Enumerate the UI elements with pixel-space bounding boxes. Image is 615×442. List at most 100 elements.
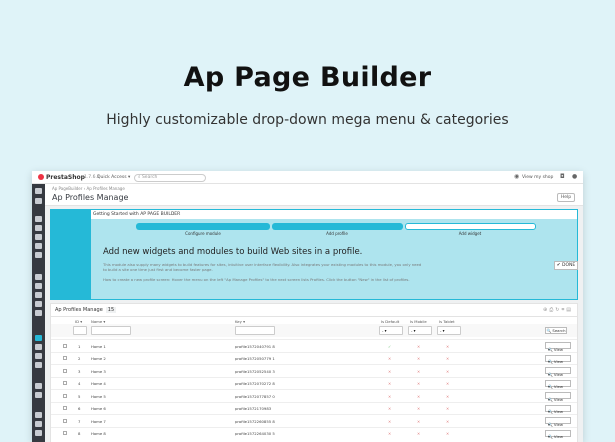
view-shop-link[interactable]: View my shop: [522, 175, 553, 180]
view-button[interactable]: 🔍 View ▾: [545, 392, 571, 402]
row-checkbox[interactable]: [63, 368, 67, 373]
db-icon[interactable]: ▤: [566, 307, 573, 313]
cell-tablet[interactable]: ✕: [446, 394, 449, 399]
service-icon[interactable]: [35, 243, 42, 249]
step-bar-2: [272, 223, 403, 230]
table-row[interactable]: 5 Home 5 profile1572077857 0 ✕ ✕ ✕ 🔍 View ▾: [51, 389, 577, 402]
filter-name-input[interactable]: [91, 326, 131, 335]
payment-icon[interactable]: [35, 301, 42, 307]
cell-mobile[interactable]: ✕: [417, 344, 420, 349]
prestashop-logo[interactable]: PrestaShop: [38, 174, 85, 181]
cell-name: Home 7: [91, 418, 106, 424]
top-bar: PrestaShop 1.7.6.1 Quick Access ▾ ⌕ Sear…: [32, 171, 583, 184]
orders-icon[interactable]: [35, 216, 42, 222]
catalog-icon[interactable]: [35, 225, 42, 231]
international-icon[interactable]: [35, 310, 42, 316]
table-row[interactable]: 2 Home 2 profile1572050779 1 ✕ ✕ ✕ 🔍 View ▾: [51, 351, 577, 364]
cell-default[interactable]: ✕: [388, 381, 391, 386]
breadcrumb-item[interactable]: Ap PageBuilder: [52, 186, 82, 191]
table-row[interactable]: 1 Home 1 profile1572040791 8 ✓ ✕ ✕ 🔍 View ▾: [51, 339, 577, 352]
view-button[interactable]: 🔍 View ▾: [545, 404, 571, 414]
table-row[interactable]: 4 Home 4 profile1572070272 8 ✕ ✕ ✕ 🔍 View ▾: [51, 376, 577, 389]
cell-tablet[interactable]: ✕: [446, 381, 449, 386]
settings-icon[interactable]: [35, 383, 42, 389]
cell-id: 5: [78, 393, 81, 399]
filter-mobile-select[interactable]: - ▾: [408, 326, 432, 335]
row-checkbox[interactable]: [63, 393, 67, 398]
row-checkbox[interactable]: [63, 343, 67, 348]
step-label-1[interactable]: Configure module: [153, 231, 253, 236]
image-icon[interactable]: [35, 430, 42, 436]
cell-mobile[interactable]: ✕: [417, 406, 420, 411]
view-button[interactable]: 🔍 View ▾: [545, 417, 571, 427]
table-row[interactable]: 7 Home 7 profile1572260855 8 ✕ ✕ ✕ 🔍 View ▾: [51, 414, 577, 427]
table-row[interactable]: 8 Home 8 profile1572264030 5 ✕ ✕ ✕ 🔍 View ▾: [51, 426, 577, 439]
cell-mobile[interactable]: ✕: [417, 419, 420, 424]
filter-key-input[interactable]: [235, 326, 275, 335]
cell-default[interactable]: ✕: [388, 431, 391, 436]
filter-id-input[interactable]: [73, 326, 87, 335]
main-content: Getting Started with AP PAGE BUILDER Con…: [45, 206, 583, 442]
cell-default[interactable]: ✕: [388, 394, 391, 399]
cell-tablet[interactable]: ✕: [446, 431, 449, 436]
table-row[interactable]: 6 Home 6 profile1572170983 ✕ ✕ ✕ 🔍 View ▾: [51, 401, 577, 414]
view-button[interactable]: 🔍 View ▾: [545, 379, 571, 389]
breadcrumb-item[interactable]: Ap Profiles Manage: [87, 186, 125, 191]
chevron-down-icon[interactable]: ▾: [548, 434, 550, 439]
row-checkbox[interactable]: [63, 356, 67, 360]
row-checkbox[interactable]: [63, 381, 67, 385]
search-input[interactable]: ⌕ Search: [134, 173, 206, 182]
display-icon[interactable]: [35, 421, 42, 427]
cell-mobile[interactable]: ✕: [417, 369, 420, 374]
filter-tablet-select[interactable]: - ▾: [437, 326, 461, 335]
cell-default[interactable]: ✕: [388, 369, 391, 374]
view-button[interactable]: 🔍 View ▾: [545, 367, 571, 377]
help-button[interactable]: Help: [557, 193, 575, 202]
advanced-icon[interactable]: [35, 392, 42, 398]
page-builder-icon[interactable]: [35, 335, 42, 341]
cell-tablet[interactable]: ✕: [446, 406, 449, 411]
row-checkbox[interactable]: [63, 406, 67, 410]
admin-screenshot: PrestaShop 1.7.6.1 Quick Access ▾ ⌕ Sear…: [32, 171, 583, 442]
cell-tablet[interactable]: ✕: [446, 344, 449, 349]
filter-default-select[interactable]: - ▾: [379, 326, 403, 335]
table-row[interactable]: 3 Home 3 profile1572052540 3 ✕ ✕ ✕ 🔍 View ▾: [51, 364, 577, 377]
customers-icon[interactable]: [35, 234, 42, 240]
widgets-icon[interactable]: [35, 362, 42, 368]
account-icon[interactable]: ●: [572, 174, 578, 180]
divider: [51, 316, 577, 317]
done-button[interactable]: ✔ DONE: [554, 261, 578, 270]
notification-icon[interactable]: ◘: [560, 174, 566, 180]
cell-mobile[interactable]: ✕: [417, 356, 420, 361]
cell-tablet[interactable]: ✕: [446, 369, 449, 374]
modules-icon[interactable]: [35, 274, 42, 280]
cell-default[interactable]: ✕: [388, 419, 391, 424]
view-button[interactable]: 🔍 View ▾: [545, 429, 571, 439]
tools-icon[interactable]: [35, 344, 42, 350]
star-icon[interactable]: [35, 353, 42, 359]
row-checkbox[interactable]: [63, 431, 67, 435]
quick-access-menu[interactable]: Quick Access ▾: [97, 175, 130, 180]
design-icon[interactable]: [35, 283, 42, 289]
step-label-2[interactable]: Add profile: [287, 231, 387, 236]
collapse-icon[interactable]: [35, 188, 42, 194]
step-label-3[interactable]: Add widget: [420, 231, 520, 236]
cell-tablet[interactable]: ✕: [446, 419, 449, 424]
cell-id: 3: [78, 368, 81, 374]
view-button[interactable]: 🔍 View ▾: [545, 342, 571, 352]
cell-mobile[interactable]: ✕: [417, 431, 420, 436]
dashboard-icon[interactable]: [35, 198, 42, 204]
view-button[interactable]: 🔍 View ▾: [545, 354, 571, 364]
cell-default[interactable]: ✕: [388, 356, 391, 361]
cell-default[interactable]: ✓: [388, 344, 391, 349]
page-header: Ap PageBuilder › Ap Profiles Manage Ap P…: [45, 184, 583, 206]
cell-mobile[interactable]: ✕: [417, 381, 420, 386]
cell-mobile[interactable]: ✕: [417, 394, 420, 399]
search-button[interactable]: 🔍 Search: [545, 327, 567, 334]
cell-tablet[interactable]: ✕: [446, 356, 449, 361]
lock-icon[interactable]: [35, 412, 42, 418]
shipping-icon[interactable]: [35, 292, 42, 298]
stats-icon[interactable]: [35, 252, 42, 258]
cell-default[interactable]: ✕: [388, 406, 391, 411]
row-checkbox[interactable]: [63, 418, 67, 423]
